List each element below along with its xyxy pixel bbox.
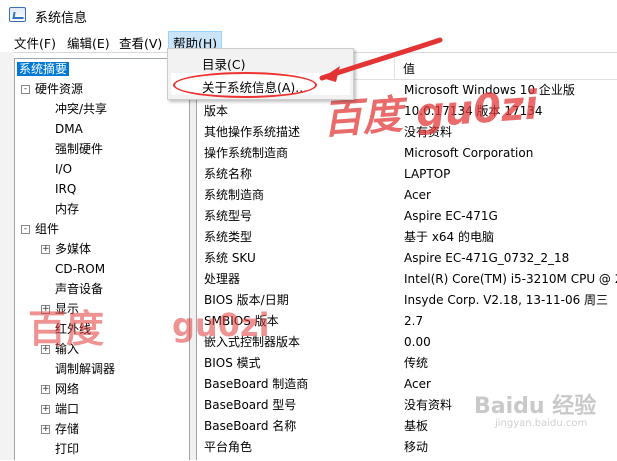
tree-item-hardware-4[interactable]: IRQ [55, 180, 76, 198]
menu-view[interactable]: 查看(V) [119, 33, 162, 52]
baidu-watermark-url: jingyan.baidu.com [495, 418, 588, 429]
window-title: 系统信息 [35, 11, 88, 26]
menu-file[interactable]: 文件(F) [14, 33, 56, 52]
tree-item-label: 冲突/共享 [55, 102, 108, 116]
tree-item-hardware-2[interactable]: 强制硬件 [55, 140, 103, 158]
tree-item-component-10[interactable]: 打印 [55, 440, 79, 458]
tree-item-system-summary[interactable]: 系统摘要 [17, 60, 70, 78]
table-row[interactable]: 系统类型 基于 x64 的电脑 [197, 227, 617, 248]
table-cell-item: BIOS 模式 [204, 356, 261, 370]
tree-item-label: 网络 [55, 382, 80, 396]
table-row[interactable]: 系统 SKU Aspire EC-471G_0732_2_18 [197, 248, 617, 269]
tree-item-label: 系统摘要 [17, 62, 70, 76]
table-cell-value: Intel(R) Core(TM) i5-3210M CPU @ 2 [404, 272, 617, 286]
watermark-middle: gu0zi [172, 306, 270, 344]
expand-icon[interactable]: + [41, 385, 50, 394]
table-cell-item: BaseBoard 名称 [204, 419, 297, 433]
table-cell-item: BaseBoard 制造商 [204, 377, 309, 391]
table-cell-item: 系统型号 [204, 209, 253, 223]
left-edge [0, 52, 14, 460]
menu-edit[interactable]: 编辑(E) [67, 33, 110, 52]
menu-item-contents[interactable]: 目录(C) [202, 54, 245, 73]
tree-item-components[interactable]: 组件 [35, 220, 59, 238]
tree-item-label: 声音设备 [55, 282, 104, 296]
table-row[interactable]: BIOS 模式 传统 [197, 353, 617, 374]
table-cell-value: 0.00 [404, 335, 431, 349]
table-row[interactable]: 系统制造商 Acer [197, 185, 617, 206]
table-row[interactable]: 操作系统制造商 Microsoft Corporation [197, 143, 617, 164]
annotation-arrow [319, 37, 443, 82]
tree-item-hardware-1[interactable]: DMA [55, 120, 83, 138]
table-cell-value: Aspire EC-471G_0732_2_18 [404, 251, 570, 265]
title-bar: 系统信息 [0, 0, 617, 30]
tree-item-label: 多媒体 [55, 242, 92, 256]
table-row[interactable]: 系统型号 Aspire EC-471G [197, 206, 617, 227]
tree-item-component-1[interactable]: CD-ROM [55, 260, 105, 278]
tree-item-label: 内存 [55, 202, 80, 216]
table-cell-item: 系统名称 [204, 167, 253, 181]
tree-item-label: I/O [55, 162, 73, 176]
tree-item-hardware-0[interactable]: 冲突/共享 [55, 100, 107, 118]
table-row[interactable]: 平台角色 移动 [197, 437, 617, 458]
collapse-icon[interactable]: - [21, 225, 30, 234]
system-info-app-icon [9, 7, 26, 22]
table-cell-item: 系统 SKU [204, 251, 256, 265]
table-cell-item: 系统制造商 [204, 188, 265, 202]
tree-item-label: 调制解调器 [55, 362, 116, 376]
table-cell-value: Microsoft Corporation [404, 146, 534, 160]
table-cell-item: 处理器 [204, 272, 241, 286]
tree-item-label: 打印 [55, 442, 80, 456]
tree-item-hardware-resources[interactable]: 硬件资源 [35, 80, 83, 98]
baidu-watermark: Baidu 经验 [474, 394, 597, 419]
tree-item-component-6[interactable]: 调制解调器 [55, 360, 115, 378]
table-cell-value: LAPTOP [404, 167, 451, 181]
tree-item-label: 存储 [55, 422, 80, 436]
tree-item-label: 端口 [55, 402, 80, 416]
annotation-circle [173, 72, 317, 98]
tree-item-label: 组件 [35, 222, 60, 236]
table-cell-value: 基于 x64 的电脑 [404, 230, 495, 244]
tree-item-component-7[interactable]: 网络 [55, 380, 79, 398]
table-cell-value: Aspire EC-471G [404, 209, 498, 223]
table-cell-item: BaseBoard 型号 [204, 398, 297, 412]
table-row[interactable]: 处理器 Intel(R) Core(TM) i5-3210M CPU @ 2 [197, 269, 617, 290]
tree-item-component-0[interactable]: 多媒体 [55, 240, 91, 258]
tree-item-label: CD-ROM [55, 262, 106, 276]
tree-item-hardware-3[interactable]: I/O [55, 160, 72, 178]
table-cell-item: 平台角色 [204, 440, 253, 454]
tree-item-hardware-5[interactable]: 内存 [55, 200, 79, 218]
tree-item-label: 硬件资源 [35, 82, 84, 96]
watermark-left: 百度 [28, 307, 105, 351]
expand-icon[interactable]: + [41, 405, 50, 414]
expand-icon[interactable]: + [41, 245, 50, 254]
expand-icon[interactable]: + [41, 425, 50, 434]
tree-item-label: 强制硬件 [55, 142, 104, 156]
table-cell-item: 系统类型 [204, 230, 253, 244]
tree-item-component-9[interactable]: 存储 [55, 420, 79, 438]
table-cell-value: Acer [404, 188, 431, 202]
collapse-icon[interactable]: - [21, 85, 30, 94]
table-cell-item: 操作系统制造商 [204, 146, 289, 160]
category-tree[interactable]: 系统摘要 - 硬件资源 冲突/共享 DMA 强制硬件 I/O IRQ 内存 - 组件 + 多媒体 CD-R… [14, 58, 190, 460]
table-cell-value: 传统 [404, 356, 429, 370]
tree-item-label: IRQ [55, 182, 77, 196]
table-cell-value: 移动 [404, 440, 429, 454]
tree-item-label: DMA [55, 122, 83, 136]
table-cell-value: 2.7 [404, 314, 424, 328]
tree-item-component-2[interactable]: 声音设备 [55, 280, 103, 298]
table-cell-value: Insyde Corp. V2.18, 13-11-06 周三 [404, 293, 609, 307]
tree-item-component-8[interactable]: 端口 [55, 400, 79, 418]
table-row[interactable]: 系统名称 LAPTOP [197, 164, 617, 185]
